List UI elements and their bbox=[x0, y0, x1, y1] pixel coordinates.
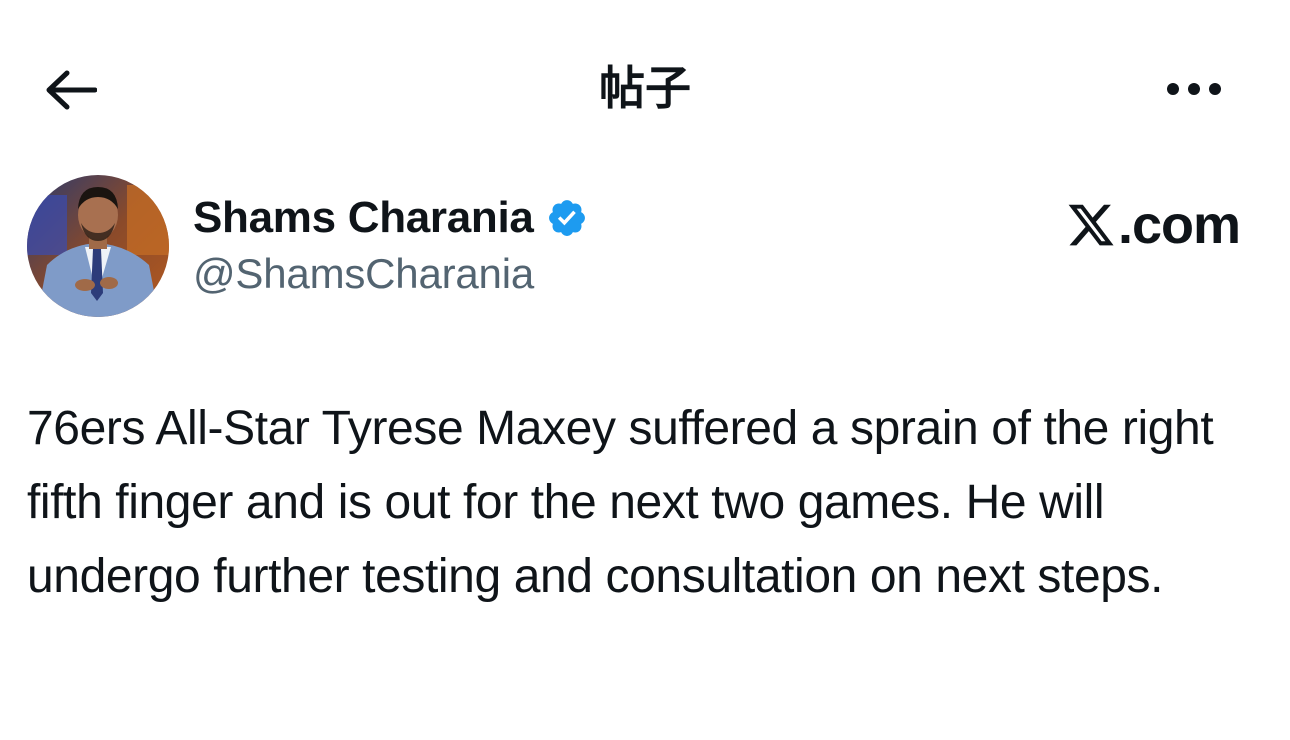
verified-badge-icon bbox=[548, 200, 585, 236]
author-name-row[interactable]: Shams Charania bbox=[193, 188, 588, 248]
back-button[interactable] bbox=[38, 60, 104, 120]
avatar[interactable] bbox=[27, 175, 169, 317]
x-logo-icon bbox=[1068, 204, 1114, 246]
source-brand-suffix: .com bbox=[1117, 195, 1241, 255]
page-title: 帖子 bbox=[599, 62, 691, 114]
more-horizontal-icon bbox=[1167, 83, 1221, 95]
arrow-left-icon bbox=[46, 70, 97, 110]
source-brand: .com bbox=[1066, 190, 1241, 260]
author-name[interactable]: Shams Charania bbox=[193, 193, 534, 243]
author-handle[interactable]: @ShamsCharania bbox=[193, 250, 534, 298]
post-page: 帖子 Shams Charania @ShamsCharania .com 76… bbox=[0, 0, 1290, 740]
tweet-text: 76ers All-Star Tyrese Maxey suffered a s… bbox=[27, 402, 1214, 603]
more-options-button[interactable] bbox=[1158, 64, 1230, 114]
